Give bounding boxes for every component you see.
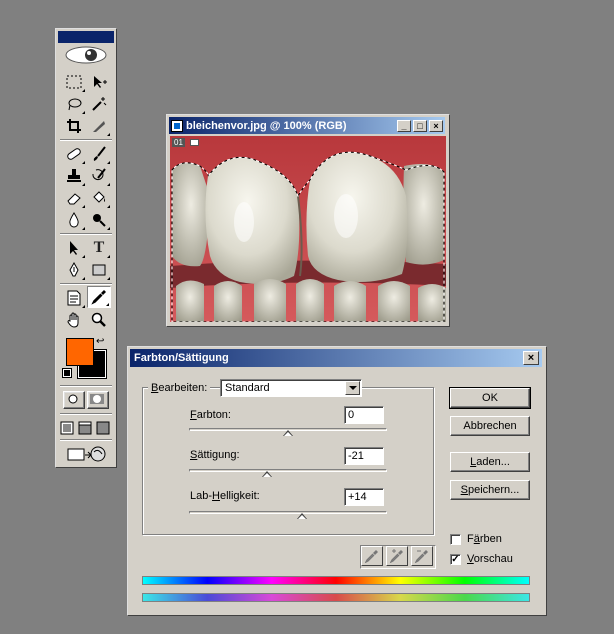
dialog-title-bar[interactable]: Farbton/Sättigung × bbox=[130, 349, 542, 367]
standard-mode-icon[interactable] bbox=[63, 391, 85, 409]
lightness-slider-track[interactable] bbox=[189, 511, 387, 514]
image-window-title: bleichenvor.jpg @ 100% (RGB) bbox=[186, 119, 347, 132]
type-tool-letter: T bbox=[93, 239, 105, 256]
jump-to-imageready-icon[interactable] bbox=[64, 443, 108, 465]
dialog-close-button[interactable]: × bbox=[523, 351, 539, 365]
rectangle-shape-tool-icon[interactable] bbox=[87, 259, 111, 281]
image-document-window: bleichenvor.jpg @ 100% (RGB) _ □ × 01 bbox=[166, 114, 450, 327]
eyedropper-plus-icon[interactable] bbox=[386, 546, 408, 566]
brush-tool-icon[interactable] bbox=[87, 143, 111, 165]
hue-label: Farbton: bbox=[190, 409, 231, 421]
preview-checkbox[interactable]: ✓ bbox=[450, 554, 461, 565]
screen-mode-full-icon[interactable] bbox=[94, 417, 112, 439]
quick-mask-mode-icon[interactable] bbox=[87, 391, 109, 409]
eyedropper-tool-icon[interactable] bbox=[87, 286, 111, 308]
crop-tool-icon[interactable] bbox=[62, 115, 86, 137]
lasso-tool-icon[interactable] bbox=[62, 93, 86, 115]
colorize-label-text: rben bbox=[479, 533, 502, 545]
clone-stamp-tool-icon[interactable] bbox=[62, 165, 86, 187]
colorize-label: Färben bbox=[467, 533, 502, 545]
minimize-button[interactable]: _ bbox=[397, 119, 411, 132]
saturation-label-text: ättigung: bbox=[197, 449, 240, 461]
document-status-icon bbox=[190, 139, 199, 146]
lightness-label: Lab-Helligkeit: bbox=[190, 490, 260, 502]
lightness-slider[interactable] bbox=[189, 509, 387, 521]
history-brush-tool-icon[interactable] bbox=[87, 165, 111, 187]
hand-tool-icon[interactable] bbox=[62, 309, 86, 331]
notes-tool-icon[interactable] bbox=[62, 287, 86, 309]
preview-label: Vorschau bbox=[467, 553, 513, 565]
default-colors-icon[interactable] bbox=[62, 368, 72, 378]
image-window-title-bar[interactable]: bleichenvor.jpg @ 100% (RGB) _ □ × bbox=[169, 117, 445, 134]
lightness-label-prefix: Lab- bbox=[190, 490, 213, 502]
chevron-down-icon[interactable] bbox=[345, 381, 360, 395]
saturation-label: Sättigung: bbox=[190, 449, 240, 461]
foreground-color-swatch[interactable] bbox=[66, 338, 94, 366]
screen-mode-standard-icon[interactable] bbox=[58, 417, 76, 439]
ok-button[interactable]: OK bbox=[449, 387, 531, 409]
maximize-button[interactable]: □ bbox=[413, 119, 427, 132]
swap-colors-icon[interactable]: ↩ bbox=[96, 336, 104, 347]
paint-bucket-tool-icon[interactable] bbox=[87, 187, 111, 209]
lightness-input[interactable]: +14 bbox=[344, 488, 384, 506]
saturation-input[interactable]: -21 bbox=[344, 447, 384, 465]
lightness-label-text: elligkeit: bbox=[219, 490, 260, 502]
hue-label-mnemonic: F bbox=[190, 409, 197, 421]
save-button-text: peichern... bbox=[467, 484, 520, 496]
magic-wand-tool-icon[interactable] bbox=[87, 93, 111, 115]
lightness-label-mnemonic: H bbox=[212, 490, 220, 502]
slice-tool-icon[interactable] bbox=[87, 115, 111, 137]
preview-label-mnemonic: V bbox=[467, 553, 474, 565]
load-button-text: aden... bbox=[476, 456, 510, 468]
image-canvas-teeth-photo[interactable]: 01 bbox=[170, 136, 446, 322]
eyedropper-minus-icon[interactable] bbox=[411, 546, 433, 566]
edit-channel-value: Standard bbox=[225, 382, 270, 394]
type-tool-icon[interactable]: T bbox=[87, 237, 111, 259]
dodge-tool-icon[interactable] bbox=[87, 209, 111, 231]
marquee-tool-icon[interactable] bbox=[62, 71, 86, 93]
edit-channel-dropdown[interactable]: Standard bbox=[220, 379, 362, 397]
photoshop-eye-logo-icon[interactable] bbox=[59, 44, 113, 66]
saturation-slider-track[interactable] bbox=[189, 469, 387, 472]
eyedropper-icon[interactable] bbox=[361, 546, 383, 566]
edit-label-text: earbeiten: bbox=[158, 382, 208, 394]
move-tool-icon[interactable] bbox=[87, 71, 111, 93]
hue-input[interactable]: 0 bbox=[344, 406, 384, 424]
document-icon bbox=[171, 119, 183, 132]
path-selection-tool-icon[interactable] bbox=[62, 237, 86, 259]
toolbox-palette: T ↩ bbox=[55, 28, 117, 468]
cancel-button[interactable]: Abbrechen bbox=[450, 416, 530, 436]
preview-label-text: orschau bbox=[473, 553, 513, 565]
hue-saturation-dialog: Farbton/Sättigung × Bearbeiten: Standard… bbox=[127, 346, 547, 616]
document-badge: 01 bbox=[172, 138, 185, 147]
save-button[interactable]: Speichern... bbox=[450, 480, 530, 500]
saturation-slider[interactable] bbox=[189, 467, 387, 479]
hue-slider[interactable] bbox=[189, 426, 387, 438]
save-button-mnemonic: S bbox=[460, 484, 468, 496]
hue-label-text: arbton: bbox=[196, 409, 231, 421]
input-color-spectrum-bar bbox=[142, 576, 530, 585]
blur-tool-icon[interactable] bbox=[62, 209, 86, 231]
colorize-label-prefix: F bbox=[467, 533, 474, 545]
pen-tool-icon[interactable] bbox=[62, 259, 86, 281]
colorize-checkbox[interactable] bbox=[450, 534, 461, 545]
dialog-title: Farbton/Sättigung bbox=[134, 352, 229, 364]
edit-label: Bearbeiten: bbox=[148, 382, 211, 394]
zoom-tool-icon[interactable] bbox=[87, 309, 111, 331]
close-button[interactable]: × bbox=[429, 119, 443, 132]
screen-mode-menubar-icon[interactable] bbox=[76, 417, 94, 439]
toolbox-title-bar[interactable] bbox=[58, 31, 114, 43]
output-color-spectrum-bar bbox=[142, 593, 530, 602]
eraser-tool-icon[interactable] bbox=[62, 187, 86, 209]
load-button[interactable]: Laden... bbox=[450, 452, 530, 472]
healing-brush-tool-icon[interactable] bbox=[62, 143, 86, 165]
